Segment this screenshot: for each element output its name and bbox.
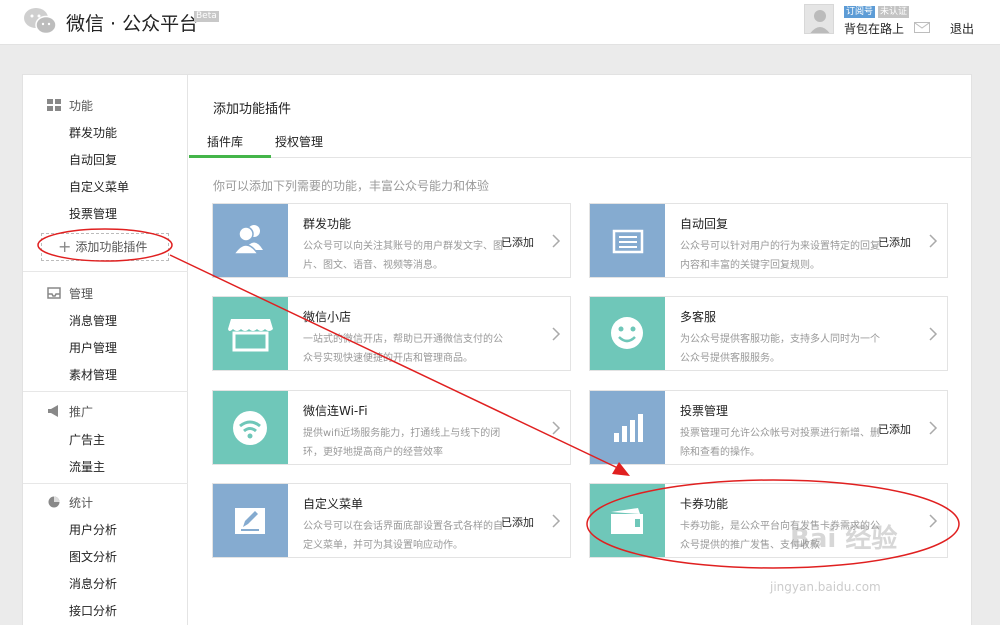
sidebar-item-materials[interactable]: 素材管理 [69,366,117,383]
tab-bar: 插件库 授权管理 [189,125,972,158]
tab-authorization[interactable]: 授权管理 [275,133,323,150]
mail-icon[interactable] [914,22,930,33]
divider [23,483,188,484]
plugin-description: 提供wifi近场服务能力，打通线上与线下的闭环，更好地提高商户的经营效率 [303,428,501,458]
sidebar-item-auto-reply[interactable]: 自动回复 [69,151,117,168]
grid-icon [47,99,61,111]
sidebar-item-mass-send[interactable]: 群发功能 [69,124,117,141]
smile-icon [590,297,665,370]
shop-icon [213,297,288,370]
plugin-description: 投票管理可允许公众帐号对投票进行新增、删除和查看的操作。 [680,428,880,458]
chevron-right-icon[interactable] [551,514,561,528]
wifi-icon [213,391,288,464]
divider [23,271,188,272]
plugin-description: 为公众号提供客服功能，支持多人同时为一个公众号提供客服服务。 [680,334,880,364]
plugin-status: 已添加 [501,236,534,249]
inbox-icon [47,287,61,299]
tab-plugin-library[interactable]: 插件库 [207,133,243,150]
logout-link[interactable]: 退出 [950,20,974,37]
beta-badge: Beta [194,11,219,22]
sidebar-item-vote[interactable]: 投票管理 [69,205,117,222]
sidebar-item-messages[interactable]: 消息管理 [69,312,117,329]
plugin-name: 自动回复 [680,217,729,231]
top-bar: 微信 · 公众平台 Beta 订阅号 未认证 背包在路上 退出 [0,0,1000,45]
chevron-right-icon[interactable] [928,421,938,435]
card-icon [590,484,665,557]
avatar-placeholder-icon [810,10,830,33]
edit-icon [213,484,288,557]
chevron-right-icon[interactable] [928,514,938,528]
sidebar-item-article-analysis[interactable]: 图文分析 [69,548,117,565]
sidebar-group-function: 功能 [47,97,93,114]
plugin-card-shop[interactable]: 微信小店 一站式的微信开店，帮助已开通微信支付的公众号实现快速便捷的开店和管理商… [212,296,571,371]
chevron-right-icon[interactable] [551,327,561,341]
chevron-right-icon[interactable] [928,327,938,341]
megaphone-icon [48,405,58,417]
sidebar: 功能 群发功能 自动回复 自定义菜单 投票管理 + 添加功能插件 管理 消息管理 … [23,75,188,625]
reply-icon [590,204,665,277]
hint-text: 你可以添加下列需要的功能，丰富公众号能力和体验 [213,179,490,193]
users-icon [213,204,288,277]
plugin-description: 一站式的微信开店，帮助已开通微信支付的公众号实现快速便捷的开店和管理商品。 [303,334,503,364]
sidebar-item-custom-menu[interactable]: 自定义菜单 [69,178,129,195]
site-title[interactable]: 微信 · 公众平台 [66,9,198,36]
sidebar-group-promote: 推广 [47,403,93,420]
add-plugin-button[interactable]: + 添加功能插件 [41,233,169,261]
watermark-url: jingyan.baidu.com [770,580,881,594]
sidebar-item-message-analysis[interactable]: 消息分析 [69,575,117,592]
sidebar-group-manage: 管理 [47,285,93,302]
wechat-logo-icon [24,8,57,35]
plugin-name: 多客服 [680,310,717,324]
account-name[interactable]: 背包在路上 [844,20,904,37]
plugin-name: 自定义菜单 [303,497,364,511]
plugin-card-custom-menu[interactable]: 自定义菜单 公众号可以在会话界面底部设置各式各样的自定义菜单，并可为其设置响应动… [212,483,571,558]
sidebar-item-api-analysis[interactable]: 接口分析 [69,602,117,619]
plugin-name: 投票管理 [680,404,729,418]
page-title: 添加功能插件 [213,102,292,117]
plugin-name: 群发功能 [303,217,352,231]
sidebar-item-publisher[interactable]: 流量主 [69,458,105,475]
plugin-status: 已添加 [878,236,911,249]
sidebar-item-user-analysis[interactable]: 用户分析 [69,521,117,538]
plugin-description: 公众号可以在会话界面底部设置各式各样的自定义菜单，并可为其设置响应动作。 [303,521,503,551]
chart-bars-icon [590,391,665,464]
plugin-name: 微信连Wi-Fi [303,404,368,418]
plugin-card-auto-reply[interactable]: 自动回复 公众号可以针对用户的行为来设置特定的回复内容和丰富的关键字回复规则。 … [589,203,948,278]
plugin-status: 已添加 [878,423,911,436]
chevron-right-icon[interactable] [928,234,938,248]
chevron-right-icon[interactable] [551,234,561,248]
plugin-card-mass-send[interactable]: 群发功能 公众号可以向关注其账号的用户群发文字、图片、图文、语音、视频等消息。 … [212,203,571,278]
pie-chart-icon [48,496,60,508]
plugin-card-vote[interactable]: 投票管理 投票管理可允许公众帐号对投票进行新增、删除和查看的操作。 已添加 [589,390,948,465]
avatar[interactable] [804,4,834,34]
divider [23,391,188,392]
plugin-name: 微信小店 [303,310,352,324]
plugin-card-customer-service[interactable]: 多客服 为公众号提供客服功能，支持多人同时为一个公众号提供客服服务。 [589,296,948,371]
plugin-status: 已添加 [501,516,534,529]
plugin-description: 公众号可以向关注其账号的用户群发文字、图片、图文、语音、视频等消息。 [303,241,503,271]
sidebar-item-advertiser[interactable]: 广告主 [69,431,105,448]
watermark-logo: Bai 经验 [790,524,898,554]
plugin-card-wifi[interactable]: 微信连Wi-Fi 提供wifi近场服务能力，打通线上与线下的闭环，更好地提高商户… [212,390,571,465]
verification-badge: 未认证 [878,6,910,18]
sidebar-group-stats: 统计 [47,494,93,511]
sidebar-item-users[interactable]: 用户管理 [69,339,117,356]
plugin-description: 公众号可以针对用户的行为来设置特定的回复内容和丰富的关键字回复规则。 [680,241,880,271]
chevron-right-icon[interactable] [551,421,561,435]
account-type-badge: 订阅号 [844,6,876,18]
active-tab-indicator [189,155,271,158]
plugin-name: 卡券功能 [680,497,729,511]
